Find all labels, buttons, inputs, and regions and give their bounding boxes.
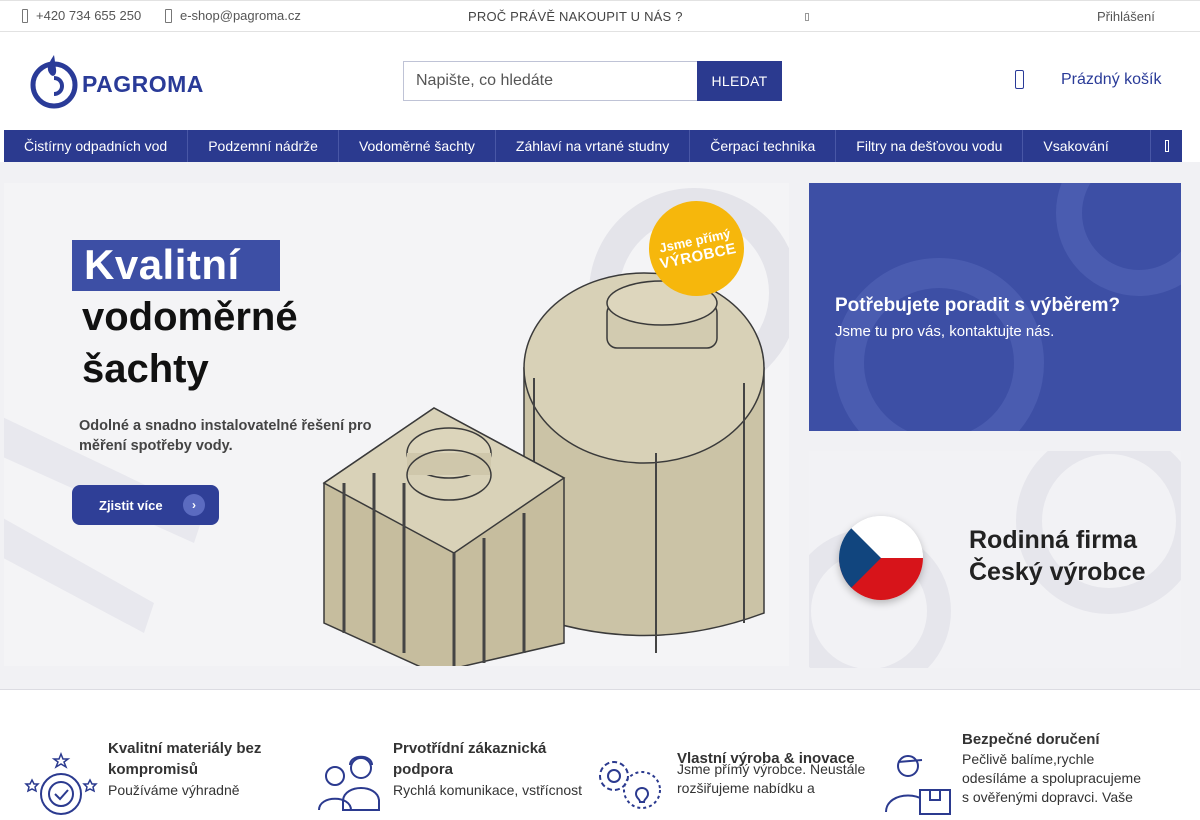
arrow-right-icon: › xyxy=(183,494,205,516)
phone-link[interactable]: +420 734 655 250 xyxy=(22,8,141,23)
main-banner[interactable]: Kvalitní vodoměrné šachty Odolné a snadn… xyxy=(4,183,789,666)
feature-text: Rychlá komunikace, vstřícnost xyxy=(393,782,583,798)
feature-text: Používáme výhradně xyxy=(108,782,240,798)
cart-label: Prázdný košík xyxy=(1061,70,1162,88)
login-link[interactable]: Přihlášení xyxy=(1097,9,1155,24)
feature-title: Bezpečné doručení xyxy=(962,731,1100,748)
banner-description: Odolné a snadno instalovatelné řešení pr… xyxy=(79,418,372,454)
mail-icon xyxy=(165,8,172,23)
top-bar: +420 734 655 250 e-shop@pagroma.cz PROČ … xyxy=(0,0,1200,32)
nav-item-well-heads[interactable]: Záhlaví na vrtané studny xyxy=(496,130,691,162)
search-input[interactable] xyxy=(403,61,697,101)
feature-text: Pečlivě balíme,rychle odesíláme a spolup… xyxy=(962,751,1141,805)
nav-item-rain-filters[interactable]: Filtry na dešťovou vodu xyxy=(836,130,1024,162)
nav-item-meter-shafts[interactable]: Vodoměrné šachty xyxy=(339,130,496,162)
advice-heading: Potřebujete poradit s výběrem? xyxy=(835,295,1121,316)
delivery-courier-icon xyxy=(885,755,951,815)
feature-title: Kvalitní materiály bez kompromisů xyxy=(108,740,262,778)
search-button[interactable]: HLEDAT xyxy=(697,61,782,101)
site-logo[interactable]: PAGROMA xyxy=(28,52,204,110)
nav-item-underground-tanks[interactable]: Podzemní nádrže xyxy=(188,130,339,162)
advice-text: Jsme tu pro vás, kontaktujte nás. xyxy=(835,323,1055,340)
button-label: Zjistit více xyxy=(99,497,163,513)
main-navigation: Čistírny odpadních vod Podzemní nádrže V… xyxy=(4,130,1182,162)
banner-title-line1: Kvalitní xyxy=(84,241,240,288)
email-link[interactable]: e-shop@pagroma.cz xyxy=(165,8,301,23)
logo-drop-icon xyxy=(30,55,78,109)
production-gears-icon xyxy=(599,761,661,809)
feature-text: Jsme přímý výrobce. Neustále rozšiřujeme… xyxy=(677,761,866,796)
phone-number: +420 734 655 250 xyxy=(36,8,142,23)
cart-link[interactable]: Prázdný košík xyxy=(1015,70,1161,89)
banner-title-line2: vodoměrné xyxy=(82,295,298,339)
customer-support-icon xyxy=(318,755,380,811)
dropdown-icon[interactable] xyxy=(805,13,809,21)
quality-badge-icon xyxy=(24,751,98,815)
chevron-icon xyxy=(1164,140,1169,152)
nav-item-infiltration[interactable]: Vsakování xyxy=(1023,130,1128,162)
family-company-title: Rodinná firma xyxy=(969,526,1138,554)
phone-icon xyxy=(22,8,28,23)
feature-title: Prvotřídní zákaznická podpora xyxy=(393,740,547,778)
czech-producer-title: Český výrobce xyxy=(969,558,1146,586)
find-out-more-button[interactable]: Zjistit více › xyxy=(72,485,219,525)
shopping-bag-icon xyxy=(1015,70,1024,89)
search-form: HLEDAT xyxy=(403,61,782,101)
nav-item-wastewater[interactable]: Čistírny odpadních vod xyxy=(4,130,189,162)
logo-text: PAGROMA xyxy=(82,70,204,97)
why-buy-link[interactable]: PROČ PRÁVĚ NAKOUPIT U NÁS ? xyxy=(468,9,683,24)
nav-more-button[interactable] xyxy=(1150,130,1182,162)
advice-banner[interactable]: Potřebujete poradit s výběrem? Jsme tu p… xyxy=(809,183,1181,431)
nav-item-pumps[interactable]: Čerpací technika xyxy=(690,130,837,162)
email-address: e-shop@pagroma.cz xyxy=(180,8,301,23)
czech-flag-icon xyxy=(839,516,923,600)
banner-title-line3: šachty xyxy=(82,347,209,391)
family-company-banner[interactable]: Rodinná firma Český výrobce xyxy=(809,451,1181,668)
